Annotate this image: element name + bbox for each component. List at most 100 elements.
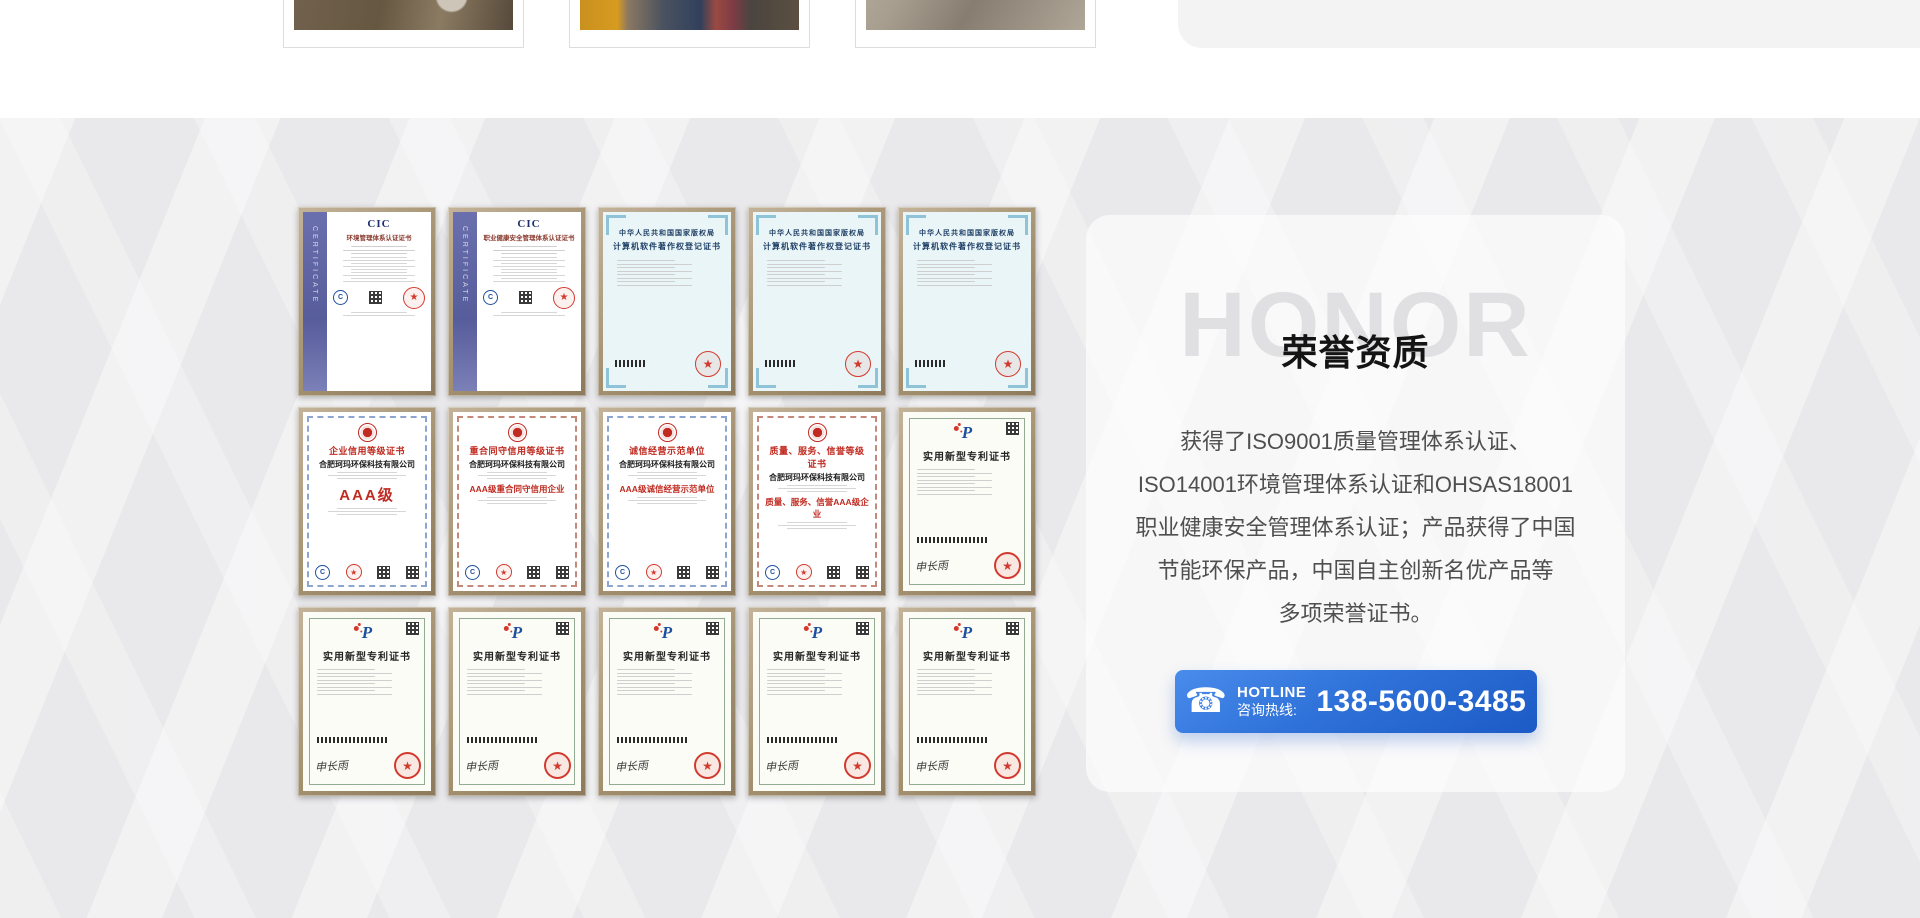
certificate-signature: 申长雨 bbox=[764, 756, 798, 774]
certificate-12[interactable]: P 实用新型专利证书 申长雨 ★ bbox=[448, 607, 586, 796]
project-photo-card-2[interactable] bbox=[569, 0, 810, 48]
certificate-signature: 申长雨 bbox=[914, 556, 948, 574]
certificate-title: 计算机软件著作权登记证书 bbox=[903, 241, 1031, 252]
cnipa-logo: P bbox=[962, 422, 972, 444]
certificate-7[interactable]: 重合同守信用等级证书 合肥珂玛环保科技有限公司 AAA级重合同守信用企业 C ★ bbox=[448, 407, 586, 596]
red-emblem-seal: ★ bbox=[544, 752, 571, 779]
certificate-side-band: CERTIFICATE bbox=[303, 212, 327, 391]
certificate-title: 环境管理体系认证证书 bbox=[331, 232, 427, 242]
hotline-button[interactable]: ☎ HOTLINE 咨询热线: 138-5600-3485 bbox=[1175, 670, 1537, 733]
red-star-seal: ★ bbox=[695, 351, 721, 377]
certificate-award: AAA级 bbox=[315, 484, 419, 505]
certificate-company: 合肥珂玛环保科技有限公司 bbox=[615, 459, 719, 470]
certificate-signature: 申长雨 bbox=[314, 756, 348, 774]
certificate-company: 合肥珂玛环保科技有限公司 bbox=[465, 459, 569, 470]
certificate-11[interactable]: P 实用新型专利证书 申长雨 ★ bbox=[298, 607, 436, 796]
certificate-13[interactable]: P 实用新型专利证书 申长雨 ★ bbox=[598, 607, 736, 796]
certificate-title: 实用新型专利证书 bbox=[603, 648, 731, 663]
certificate-3[interactable]: 中华人民共和国国家版权局 计算机软件著作权登记证书 ★ bbox=[598, 207, 736, 396]
certificate-title: 实用新型专利证书 bbox=[903, 448, 1031, 463]
qr-code bbox=[527, 566, 540, 579]
qr-code bbox=[377, 566, 390, 579]
certificate-15[interactable]: P 实用新型专利证书 申长雨 ★ bbox=[898, 607, 1036, 796]
certificate-signature: 申长雨 bbox=[464, 756, 498, 774]
certificate-title: 实用新型专利证书 bbox=[753, 648, 881, 663]
qr-code bbox=[1006, 422, 1019, 435]
cic-round-seal: C bbox=[333, 290, 348, 305]
certificate-award: AAA级诚信经营示范单位 bbox=[615, 483, 719, 495]
cnipa-logo: P bbox=[812, 622, 822, 644]
honor-title: 荣誉资质 bbox=[1086, 335, 1625, 371]
barcode bbox=[767, 737, 839, 743]
certificate-2[interactable]: CERTIFICATE CIC 职业健康安全管理体系认证证书 C ★ bbox=[448, 207, 586, 396]
qr-code bbox=[406, 622, 419, 635]
red-emblem-seal: ★ bbox=[394, 752, 421, 779]
certificate-5[interactable]: 中华人民共和国国家版权局 计算机软件著作权登记证书 ★ bbox=[898, 207, 1036, 396]
certificate-side-band: CERTIFICATE bbox=[453, 212, 477, 391]
cic-round-seal: C bbox=[483, 290, 498, 305]
certificate-title: 诚信经营示范单位 bbox=[615, 444, 719, 457]
qr-code bbox=[827, 566, 840, 579]
certificate-title: 计算机软件著作权登记证书 bbox=[603, 241, 731, 252]
barcode bbox=[917, 537, 989, 543]
hotline-label-zh: 咨询热线: bbox=[1237, 702, 1306, 719]
certificate-issuer-logo: CIC bbox=[331, 218, 427, 230]
certificate-14[interactable]: P 实用新型专利证书 申长雨 ★ bbox=[748, 607, 886, 796]
red-emblem-icon bbox=[358, 423, 377, 442]
red-emblem-icon bbox=[508, 423, 527, 442]
red-emblem-seal: ★ bbox=[994, 752, 1021, 779]
certificate-title: 计算机软件著作权登记证书 bbox=[753, 241, 881, 252]
red-emblem-seal: ★ bbox=[694, 752, 721, 779]
project-photo-card-3[interactable] bbox=[855, 0, 1096, 48]
red-emblem-icon bbox=[658, 423, 677, 442]
certificate-9[interactable]: 质量、服务、信誉等级证书 合肥珂玛环保科技有限公司 质量、服务、信誉AAA级企业… bbox=[748, 407, 886, 596]
cnipa-logo: P bbox=[362, 622, 372, 644]
certificate-6[interactable]: 企业信用等级证书 合肥珂玛环保科技有限公司 AAA级 C ★ bbox=[298, 407, 436, 596]
certificate-issuer-logo: CIC bbox=[481, 218, 577, 230]
top-right-panel bbox=[1178, 0, 1920, 48]
red-emblem-seal: ★ bbox=[844, 752, 871, 779]
certificate-title: 质量、服务、信誉等级证书 bbox=[765, 444, 869, 470]
blue-round-seal: C bbox=[465, 565, 480, 580]
certificate-company: 合肥珂玛环保科技有限公司 bbox=[765, 472, 869, 483]
barcode bbox=[915, 360, 945, 367]
certificate-signature: 申长雨 bbox=[614, 756, 648, 774]
hotline-labels: HOTLINE 咨询热线: bbox=[1237, 684, 1306, 719]
certificate-title: 实用新型专利证书 bbox=[453, 648, 581, 663]
certificate-signature: 申长雨 bbox=[914, 756, 948, 774]
qr-code bbox=[556, 622, 569, 635]
qr-code bbox=[677, 566, 690, 579]
qr-code bbox=[369, 291, 382, 304]
qr-code bbox=[706, 566, 719, 579]
certificate-title: 企业信用等级证书 bbox=[315, 444, 419, 457]
blue-round-seal: C bbox=[615, 565, 630, 580]
barcode bbox=[617, 737, 689, 743]
red-star-seal: ★ bbox=[553, 287, 575, 309]
certificate-company: 合肥珂玛环保科技有限公司 bbox=[315, 459, 419, 470]
certificate-title: 重合同守信用等级证书 bbox=[465, 444, 569, 457]
certificate-10[interactable]: P 实用新型专利证书 申长雨 ★ bbox=[898, 407, 1036, 596]
red-star-seal: ★ bbox=[845, 351, 871, 377]
red-emblem-icon bbox=[808, 423, 827, 442]
barcode bbox=[317, 737, 389, 743]
certificate-4[interactable]: 中华人民共和国国家版权局 计算机软件著作权登记证书 ★ bbox=[748, 207, 886, 396]
red-star-seal: ★ bbox=[496, 564, 512, 580]
phone-icon: ☎ bbox=[1185, 684, 1227, 718]
certificate-1[interactable]: CERTIFICATE CIC 环境管理体系认证证书 C ★ bbox=[298, 207, 436, 396]
certificate-award: 质量、服务、信誉AAA级企业 bbox=[765, 496, 869, 520]
honor-card: HONOR 荣誉资质 获得了ISO9001质量管理体系认证、 ISO14001环… bbox=[1086, 215, 1625, 792]
qr-code bbox=[1006, 622, 1019, 635]
qr-code bbox=[856, 566, 869, 579]
barcode bbox=[917, 737, 989, 743]
hotline-number: 138-5600-3485 bbox=[1316, 685, 1526, 719]
certificate-8[interactable]: 诚信经营示范单位 合肥珂玛环保科技有限公司 AAA级诚信经营示范单位 C ★ bbox=[598, 407, 736, 596]
qr-code bbox=[406, 566, 419, 579]
concrete-pit-tank bbox=[866, 0, 1085, 30]
certificate-title: 实用新型专利证书 bbox=[903, 648, 1031, 663]
honor-section: CERTIFICATE CIC 环境管理体系认证证书 C ★ CERTIFICA… bbox=[0, 118, 1920, 918]
red-star-seal: ★ bbox=[403, 287, 425, 309]
red-star-seal: ★ bbox=[346, 564, 362, 580]
qr-code bbox=[706, 622, 719, 635]
red-emblem-seal: ★ bbox=[994, 552, 1021, 579]
project-photo-card-1[interactable] bbox=[283, 0, 524, 48]
